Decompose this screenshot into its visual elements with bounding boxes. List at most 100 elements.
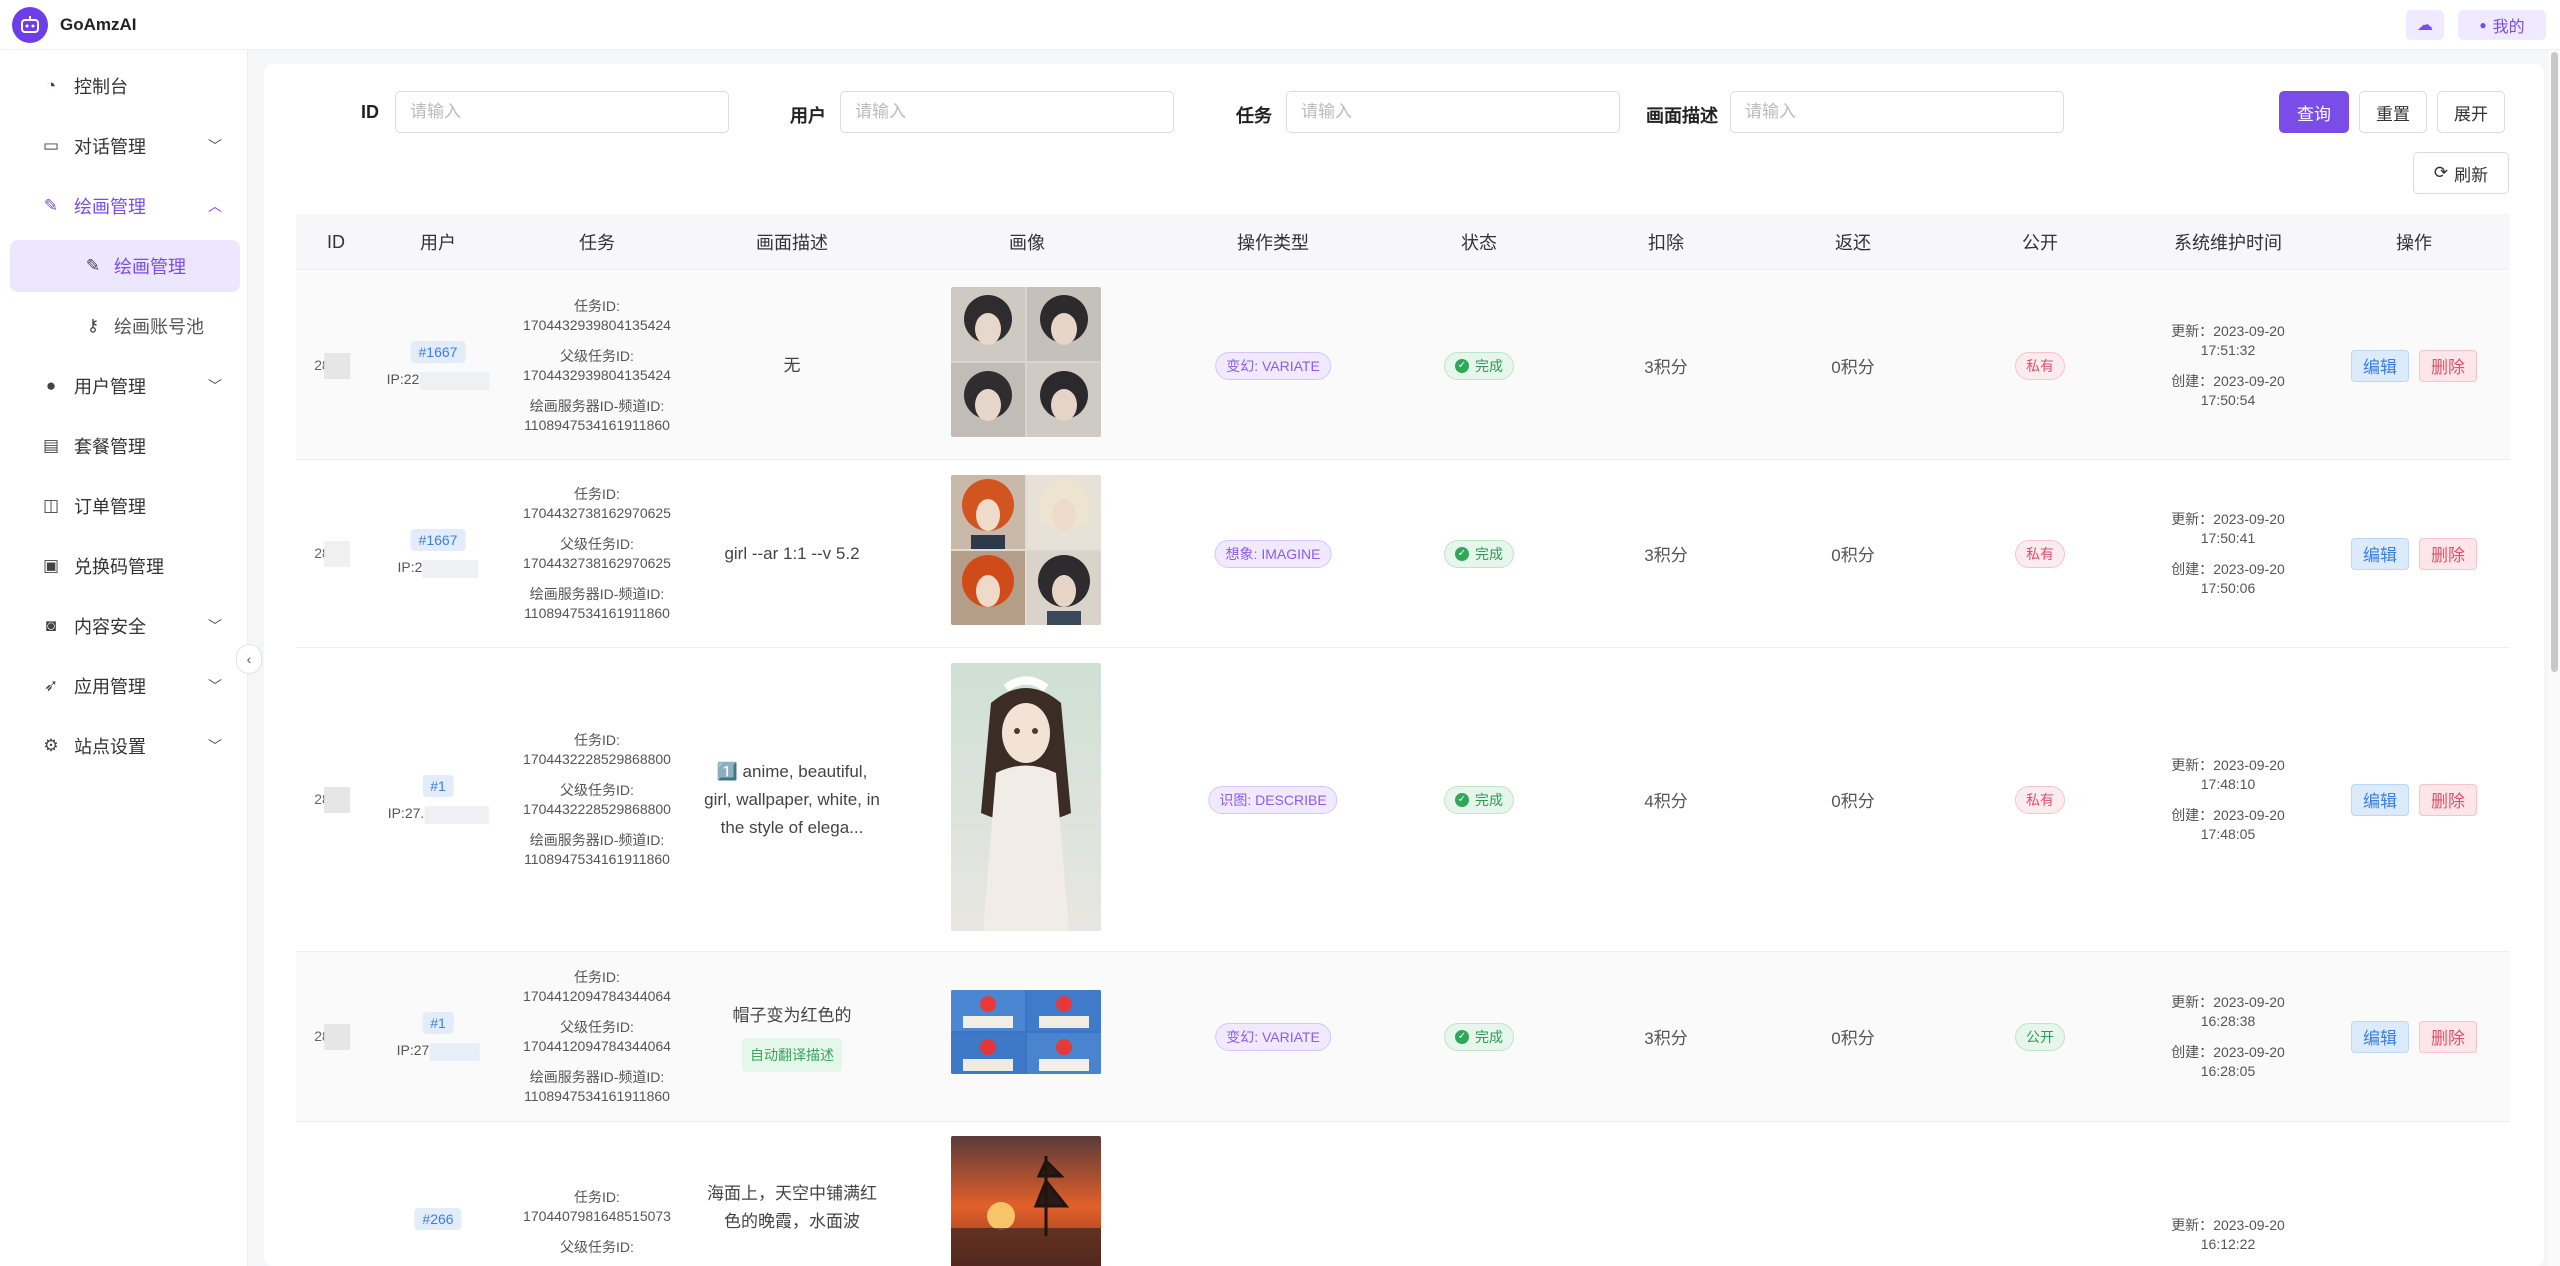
edit-button[interactable]: 编辑 <box>2351 783 2409 816</box>
row-op-type: 变幻: VARIATE <box>1215 952 1331 1121</box>
row-user: #266 <box>414 1122 462 1266</box>
task-search-input[interactable] <box>1286 91 1620 133</box>
delete-button[interactable]: 删除 <box>2419 783 2477 816</box>
sidebar-item-settings[interactable]: ⚙ 站点设置 ﹀ <box>0 720 248 772</box>
check-icon: ✓ <box>1455 1029 1469 1044</box>
server-id: 1108947534161911860 <box>524 604 670 621</box>
parent-task-id: 1704432939804135424 <box>523 366 671 383</box>
sidebar-item-label: 内容安全 <box>74 617 146 637</box>
row-status: ✓ 完成 <box>1444 460 1514 647</box>
filter-task-label: 任务 <box>1236 106 1272 126</box>
chevron-down-icon: ﹀ <box>208 678 222 694</box>
check-icon: ✓ <box>1455 792 1469 807</box>
row-task: 任务ID: 1704432228529868800 父级任务ID: 17044322… <box>523 731 671 867</box>
bag-icon: ◫ <box>42 496 60 515</box>
user-icon: ● <box>45 376 57 395</box>
collapse-sidebar-button[interactable]: ‹ <box>236 644 262 674</box>
id-search-input[interactable] <box>395 91 729 133</box>
package-icon: ▤ <box>42 436 60 455</box>
sidebar-item-drawing-manage[interactable]: ✎ 绘画管理 <box>10 240 240 292</box>
main-panel: ID 用户 任务 画面描述 查询 重置 展开 ⟳ 刷新 ID 用户 任务 画面描… <box>264 64 2544 1266</box>
row-time: 更新：2023-09-20 16:12:22 <box>2171 1217 2285 1252</box>
scrollbar-thumb[interactable] <box>2551 52 2558 672</box>
task-id: 1704432939804135424 <box>523 316 671 333</box>
sidebar-item-chat[interactable]: ▭ 对话管理 ﹀ <box>0 120 248 172</box>
row-refund: 0积分 <box>1831 792 1875 811</box>
edit-button[interactable]: 编辑 <box>2351 1020 2409 1053</box>
parent-task-id: 1704432738162970625 <box>523 554 671 571</box>
sidebar-item-label: 套餐管理 <box>74 437 146 457</box>
row-task: 任务ID: 1704432738162970625 父级任务ID: 17044327… <box>523 485 671 621</box>
row-op-type: 识图: DESCRIBE <box>1208 648 1338 951</box>
col-public: 公开 <box>2022 233 2058 253</box>
paint-icon: ✎ <box>43 196 59 215</box>
rocket-icon: ➶ <box>43 676 59 695</box>
generated-image[interactable] <box>951 287 1101 437</box>
user-tag[interactable]: #1667 <box>410 529 466 552</box>
row-id: 28 <box>314 460 350 647</box>
sidebar-item-apps[interactable]: ➶ 应用管理 ﹀ <box>0 660 248 712</box>
delete-button[interactable]: 删除 <box>2419 349 2477 382</box>
chevron-up-icon: ︿ <box>208 198 222 214</box>
paint-icon: ✎ <box>85 256 101 275</box>
col-time: 系统维护时间 <box>2174 233 2282 253</box>
user-menu-button[interactable]: ● 我的 <box>2458 10 2546 40</box>
generated-image[interactable] <box>951 663 1101 931</box>
chevron-left-icon: ‹ <box>246 651 252 667</box>
row-refund: 0积分 <box>1831 358 1875 377</box>
sidebar-item-redeem[interactable]: ▣ 兑换码管理 <box>0 540 248 592</box>
row-time: 更新：2023-09-20 17:51:32 创建：2023-09-20 17:50… <box>2171 322 2285 408</box>
refresh-button[interactable]: ⟳ 刷新 <box>2413 152 2509 194</box>
col-actions: 操作 <box>2396 233 2432 253</box>
expand-button[interactable]: 展开 <box>2437 91 2505 133</box>
row-id: 28 <box>314 648 350 951</box>
row-deduct: 3积分 <box>1644 358 1688 377</box>
sidebar-item-orders[interactable]: ◫ 订单管理 <box>0 480 248 532</box>
user-tag[interactable]: #1 <box>422 1012 454 1035</box>
sidebar-item-users[interactable]: ● 用户管理 ﹀ <box>0 360 248 412</box>
col-image: 画像 <box>1009 233 1045 253</box>
generated-image[interactable] <box>951 1136 1101 1266</box>
user-tag[interactable]: #266 <box>414 1208 462 1230</box>
row-task: 任务ID: 1704412094784344064 父级任务ID: 17044120… <box>523 968 671 1104</box>
row-user: #1 IP:27. <box>388 648 489 951</box>
reset-button[interactable]: 重置 <box>2359 91 2427 133</box>
row-desc: 帽子变为红色的 自动翻译描述 <box>702 952 882 1121</box>
table-row: 28 #1667 IP:22 任务ID: 1704432939804135424 … <box>296 272 2510 460</box>
sidebar-item-security[interactable]: ◙ 内容安全 ﹀ <box>0 600 248 652</box>
top-bar: GoAmzAI ☁ ● 我的 <box>0 0 2560 50</box>
sidebar-item-dashboard[interactable]: ◔ 控制台 <box>0 60 248 112</box>
user-tag[interactable]: #1667 <box>410 341 466 364</box>
desc-search-input[interactable] <box>1730 91 2064 133</box>
sidebar-item-label: 站点设置 <box>74 737 146 757</box>
row-desc: girl --ar 1:1 --v 5.2 <box>724 543 860 563</box>
delete-button[interactable]: 删除 <box>2419 537 2477 570</box>
user-tag[interactable]: #1 <box>422 775 454 798</box>
row-deduct: 3积分 <box>1644 546 1688 565</box>
chevron-down-icon: ﹀ <box>208 738 222 754</box>
row-public: 私有 <box>2015 648 2065 951</box>
col-task: 任务 <box>579 233 615 253</box>
row-deduct: 4积分 <box>1644 792 1688 811</box>
sidebar-item-packages[interactable]: ▤ 套餐管理 <box>0 420 248 472</box>
parent-task-id: 1704432228529868800 <box>523 800 671 817</box>
row-deduct: 3积分 <box>1644 1029 1688 1048</box>
sidebar-item-label: 订单管理 <box>74 497 146 517</box>
col-id: ID <box>327 231 345 252</box>
user-search-input[interactable] <box>840 91 1174 133</box>
sidebar-item-drawing[interactable]: ✎ 绘画管理 ︿ <box>0 180 248 232</box>
col-deduct: 扣除 <box>1648 233 1684 253</box>
sidebar-item-account-pool[interactable]: ⚷ 绘画账号池 <box>0 300 248 352</box>
server-id: 1108947534161911860 <box>524 416 670 433</box>
weather-icon[interactable]: ☁ <box>2406 10 2444 40</box>
robot-icon[interactable] <box>12 7 48 43</box>
edit-button[interactable]: 编辑 <box>2351 349 2409 382</box>
generated-image[interactable] <box>951 990 1101 1074</box>
query-button[interactable]: 查询 <box>2279 91 2349 133</box>
user-ip: IP:27 <box>396 1042 430 1059</box>
delete-button[interactable]: 删除 <box>2419 1020 2477 1053</box>
user-ip: IP:27. <box>387 805 425 822</box>
row-actions: 编辑 删除 <box>2346 460 2482 647</box>
edit-button[interactable]: 编辑 <box>2351 537 2409 570</box>
generated-image[interactable] <box>951 475 1101 625</box>
